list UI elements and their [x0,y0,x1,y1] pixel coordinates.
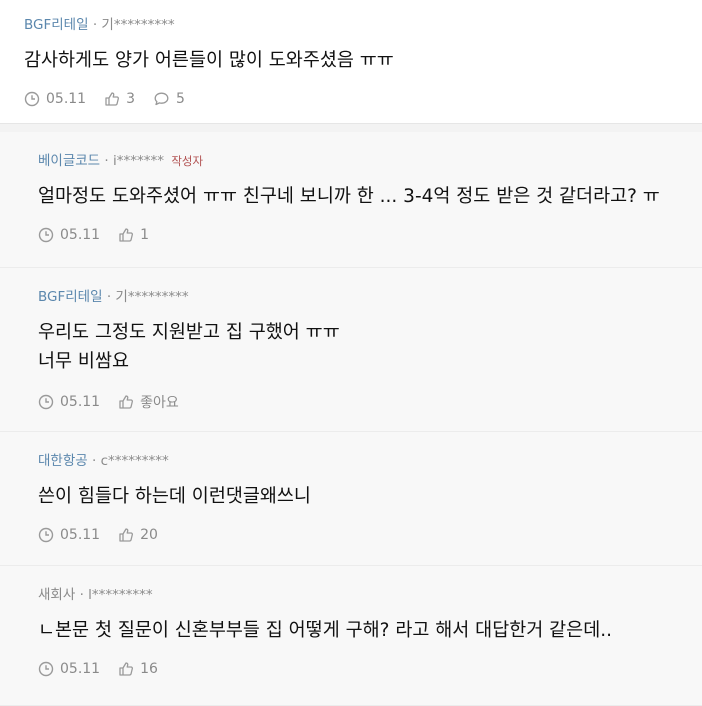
timestamp-text: 05.11 [60,394,101,410]
clock-icon [24,91,40,107]
user-id: l********* [88,587,153,603]
company-name[interactable]: 새회사 [38,587,75,603]
comment-body: 쓴이 힘들다 하는데 이런댓글왜쓰니 [38,482,678,511]
comment-meta: BGF리테일 · 기********* [24,16,678,34]
company-name[interactable]: 대한항공 [38,453,88,469]
comment-stats: 05.11 16 [38,661,678,677]
timestamp-text: 05.11 [46,91,87,107]
comment-text-line: 너무 비쌈요 [38,351,129,372]
like-button[interactable]: 1 [118,227,149,243]
comment-meta: 새회사 · l********* [38,586,678,604]
comment-meta: 대한항공 · c********* [38,452,678,470]
comment-text-line: 쓴이 힘들다 하는데 이런댓글왜쓰니 [38,486,311,507]
reply-comment: 새회사 · l********* ㄴ본문 첫 질문이 신혼부부들 집 어떻게 구… [0,566,702,706]
thumbs-up-icon [105,92,120,106]
user-id: 기********* [101,17,175,33]
comment-text-line: 감사하게도 양가 어른들이 많이 도와주셨음 ㅠㅠ [24,50,394,71]
user-id: i******* [113,153,165,169]
reply-button[interactable]: 5 [153,91,185,107]
thumbs-up-icon [119,662,134,676]
like-count: 16 [140,661,158,677]
comment-stats: 05.11 1 [38,227,678,243]
company-name[interactable]: BGF리테일 [38,289,103,305]
like-label: 좋아요 [140,395,179,411]
like-count: 1 [140,227,150,243]
comment-text-line: ㄴ본문 첫 질문이 신혼부부들 집 어떻게 구해? 라고 해서 대답한거 같은데… [38,620,612,641]
timestamp-text: 05.11 [60,227,101,243]
reply-comment: 베이글코드 · i******* 작성자 얼마정도 도와주셨어 ㅠㅠ 친구네 보… [0,132,702,268]
comment-text-line: 얼마정도 도와주셨어 ㅠㅠ 친구네 보니까 한 ... 3-4억 정도 받은 것… [38,186,660,207]
timestamp-text: 05.11 [60,527,101,543]
comment-stats: 05.11 20 [38,527,678,543]
timestamp: 05.11 [38,394,100,410]
like-button[interactable]: 16 [118,661,158,677]
speech-bubble-icon [154,92,169,106]
timestamp: 05.11 [38,661,100,677]
company-name[interactable]: 베이글코드 [38,153,100,169]
clock-icon [38,527,54,543]
reply-count: 5 [176,91,185,107]
reply-comment: 대한항공 · c********* 쓴이 힘들다 하는데 이런댓글왜쓰니 05.… [0,432,702,566]
meta-separator: · [79,587,84,603]
like-button[interactable]: 좋아요 [118,392,179,412]
comment-body: 얼마정도 도와주셨어 ㅠㅠ 친구네 보니까 한 ... 3-4억 정도 받은 것… [38,182,678,211]
user-id: c********* [100,453,169,469]
section-gap [0,124,702,132]
like-count: 3 [126,91,136,107]
meta-separator: · [106,289,112,305]
comment-body: 감사하게도 양가 어른들이 많이 도와주셨음 ㅠㅠ [24,46,678,75]
comment-meta: BGF리테일 · 기********* [38,288,678,306]
timestamp-text: 05.11 [60,661,101,677]
meta-separator: · [104,153,109,169]
comment-text-line: 우리도 그정도 지원받고 집 구했어 ㅠㅠ [38,322,340,343]
comment-stats: 05.11 좋아요 [38,392,678,412]
clock-icon [38,661,54,677]
clock-icon [38,394,54,410]
timestamp: 05.11 [38,227,100,243]
timestamp: 05.11 [24,91,86,107]
like-button[interactable]: 3 [104,91,135,107]
comment-meta: 베이글코드 · i******* 작성자 [38,152,678,170]
meta-separator: · [91,453,97,469]
comment-body: ㄴ본문 첫 질문이 신혼부부들 집 어떻게 구해? 라고 해서 대답한거 같은데… [38,616,678,645]
reply-comment: BGF리테일 · 기********* 우리도 그정도 지원받고 집 구했어 ㅠ… [0,268,702,432]
user-id: 기********* [115,289,189,305]
author-badge: 작성자 [171,154,204,168]
like-count: 20 [140,527,158,543]
timestamp: 05.11 [38,527,100,543]
comment: BGF리테일 · 기********* 감사하게도 양가 어른들이 많이 도와주… [0,0,702,124]
meta-separator: · [92,17,98,33]
company-name[interactable]: BGF리테일 [24,17,89,33]
thumbs-up-icon [119,395,134,409]
comment-body: 우리도 그정도 지원받고 집 구했어 ㅠㅠ 너무 비쌈요 [38,318,678,376]
thumbs-up-icon [119,228,134,242]
clock-icon [38,227,54,243]
thumbs-up-icon [119,528,134,542]
like-button[interactable]: 20 [118,527,158,543]
comment-stats: 05.11 3 5 [24,91,678,107]
